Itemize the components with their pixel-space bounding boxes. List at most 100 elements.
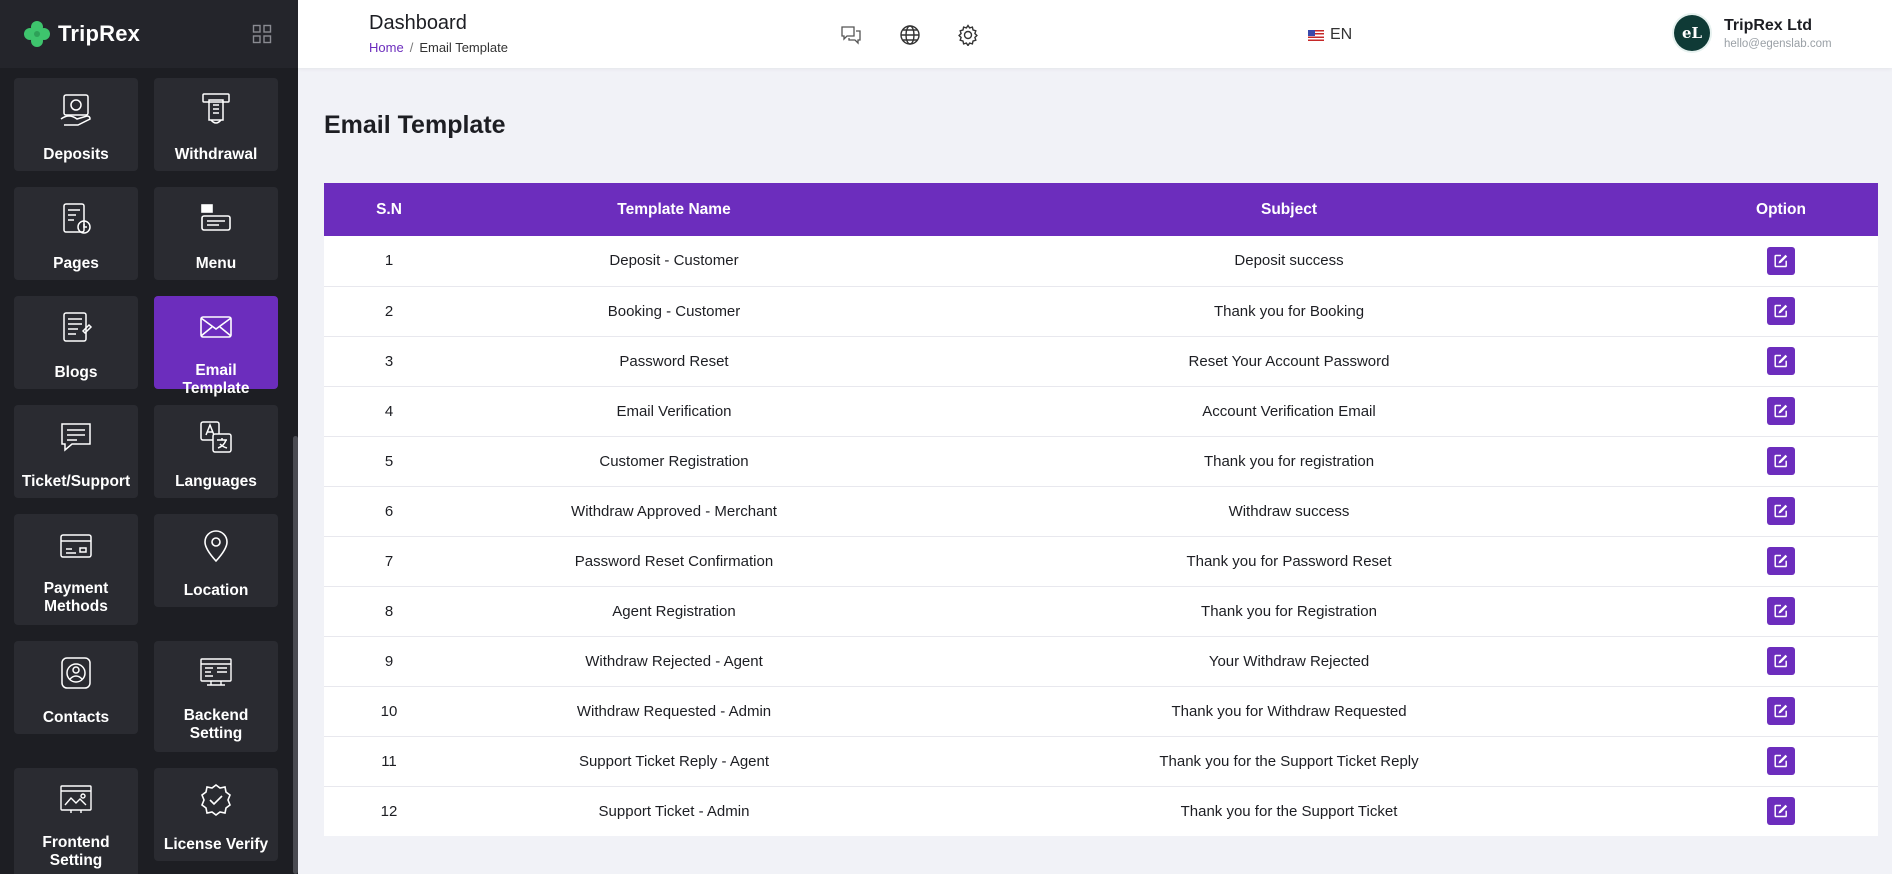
cell-template-name: Customer Registration	[454, 436, 894, 487]
edit-button[interactable]	[1767, 797, 1795, 826]
language-selector[interactable]: EN	[1308, 26, 1352, 44]
column-header-subject: Subject	[894, 183, 1684, 236]
us-flag-icon	[1308, 29, 1324, 41]
sidebar-tile-frontend-setting[interactable]: Frontend Setting	[14, 768, 138, 874]
cell-sn: 10	[324, 686, 454, 737]
cell-subject: Reset Your Account Password	[894, 336, 1684, 387]
edit-icon	[1774, 754, 1788, 768]
table-row: 11 Support Ticket Reply - Agent Thank yo…	[324, 736, 1878, 787]
cell-sn: 1	[324, 236, 454, 287]
edit-icon	[1774, 704, 1788, 718]
sidebar-tile-label: Withdrawal	[174, 146, 258, 163]
user-name: TripRex Ltd	[1724, 16, 1813, 34]
withdrawal-icon	[197, 90, 235, 130]
breadcrumb: Home / Email Template	[369, 40, 508, 55]
sidebar-tile-label: Menu	[195, 255, 237, 272]
sidebar-tile-license-verify[interactable]: License Verify	[154, 768, 278, 861]
globe-icon[interactable]	[899, 24, 921, 46]
language-label: EN	[1330, 26, 1353, 43]
table-row: 9 Withdraw Rejected - Agent Your Withdra…	[324, 636, 1878, 687]
contacts-icon	[57, 653, 95, 693]
edit-button[interactable]	[1767, 697, 1795, 725]
frontend-setting-icon	[57, 780, 95, 820]
sidebar-tile-label: Payment Methods	[43, 580, 109, 615]
cell-sn: 9	[324, 636, 454, 687]
edit-button[interactable]	[1767, 547, 1795, 575]
cell-sn: 5	[324, 436, 454, 487]
sidebar-tile-location[interactable]: Location	[154, 514, 278, 607]
edit-button[interactable]	[1767, 447, 1795, 475]
edit-button[interactable]	[1767, 297, 1795, 325]
brand-logo[interactable]: TripRex	[22, 19, 140, 49]
envelope-icon	[197, 308, 235, 346]
table-row: 4 Email Verification Account Verificatio…	[324, 386, 1878, 437]
sidebar-tile-email-template[interactable]: Email Template	[154, 296, 278, 397]
cell-option	[1684, 786, 1878, 836]
cell-subject: Thank you for registration	[894, 436, 1684, 487]
edit-icon	[1774, 254, 1788, 267]
cell-option	[1684, 386, 1878, 437]
cell-option	[1684, 586, 1878, 637]
sidebar-tile-deposits[interactable]: Deposits	[14, 78, 138, 171]
table-row: 3 Password Reset Reset Your Account Pass…	[324, 336, 1878, 387]
cell-template-name: Booking - Customer	[454, 286, 894, 337]
edit-button[interactable]	[1767, 397, 1795, 425]
cell-sn: 11	[324, 736, 454, 787]
sidebar-tile-contacts[interactable]: Contacts	[14, 641, 138, 734]
edit-button[interactable]	[1767, 497, 1795, 525]
user-profile[interactable]: eL TripRex Ltd hello@egenslab.com	[1674, 15, 1832, 51]
table-row: 6 Withdraw Approved - Merchant Withdraw …	[324, 486, 1878, 537]
table-header-row: S.N Template Name Subject Option	[324, 183, 1878, 236]
edit-icon	[1774, 304, 1788, 318]
grid-toggle-icon[interactable]	[252, 24, 272, 49]
breadcrumb-home-link[interactable]: Home	[369, 40, 404, 55]
cell-option	[1684, 636, 1878, 687]
user-info: TripRex Ltd hello@egenslab.com	[1724, 17, 1832, 50]
cell-template-name: Deposit - Customer	[454, 236, 894, 287]
payment-icon	[57, 526, 95, 566]
sidebar-tile-ticket-support[interactable]: Ticket/Support	[14, 405, 138, 498]
sidebar-tile-label: Pages	[53, 255, 99, 272]
cell-template-name: Password Reset Confirmation	[454, 536, 894, 587]
user-email: hello@egenslab.com	[1724, 37, 1832, 50]
cell-subject: Thank you for Withdraw Requested	[894, 686, 1684, 737]
sidebar-tile-blogs[interactable]: Blogs	[14, 296, 138, 389]
cell-template-name: Withdraw Rejected - Agent	[454, 636, 894, 687]
edit-button[interactable]	[1767, 246, 1795, 275]
cell-template-name: Withdraw Requested - Admin	[454, 686, 894, 737]
brand-bar: TripRex	[0, 0, 298, 68]
sidebar-tile-label: Location	[183, 582, 249, 599]
cell-option	[1684, 436, 1878, 487]
sidebar-tile-languages[interactable]: Languages	[154, 405, 278, 498]
sidebar-scrollbar-thumb[interactable]	[293, 436, 298, 874]
cell-template-name: Agent Registration	[454, 586, 894, 637]
cell-subject: Your Withdraw Rejected	[894, 636, 1684, 687]
cell-template-name: Email Verification	[454, 386, 894, 437]
sidebar-tile-label: Frontend Setting	[42, 834, 110, 869]
sidebar: TripRex Deposits Withdrawal Pages Menu B…	[0, 0, 298, 874]
sidebar-tile-menu[interactable]: Menu	[154, 187, 278, 280]
cell-template-name: Support Ticket Reply - Agent	[454, 736, 894, 787]
avatar: eL	[1674, 15, 1710, 51]
sidebar-tile-payment-methods[interactable]: Payment Methods	[14, 514, 138, 625]
breadcrumb-separator: /	[409, 40, 414, 55]
cell-template-name: Support Ticket - Admin	[598, 802, 750, 820]
cell-template-name: Withdraw Approved - Merchant	[454, 486, 894, 537]
sidebar-tile-label: Contacts	[42, 709, 110, 726]
table-row: 5 Customer Registration Thank you for re…	[324, 436, 1878, 487]
gear-icon[interactable]	[957, 24, 979, 46]
sidebar-tile-withdrawal[interactable]: Withdrawal	[154, 78, 278, 171]
cell-sn: 6	[324, 486, 454, 537]
header-title: Dashboard	[369, 12, 467, 34]
chat-icon[interactable]	[840, 24, 862, 46]
breadcrumb-current: Email Template	[419, 40, 508, 55]
edit-button[interactable]	[1767, 747, 1795, 775]
edit-button[interactable]	[1767, 597, 1795, 625]
edit-button[interactable]	[1767, 647, 1795, 675]
edit-button[interactable]	[1767, 347, 1795, 375]
deposit-icon	[57, 90, 95, 130]
sidebar-tile-pages[interactable]: Pages	[14, 187, 138, 280]
cell-sn: 8	[324, 586, 454, 637]
sidebar-tile-backend-setting[interactable]: Backend Setting	[154, 641, 278, 752]
email-template-table: S.N Template Name Subject Option 1 Depos…	[324, 183, 1878, 836]
